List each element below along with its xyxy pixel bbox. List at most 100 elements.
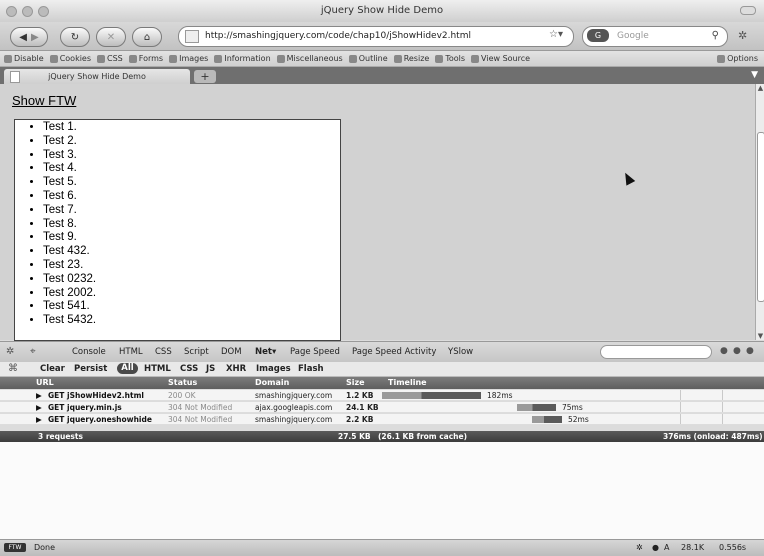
list-item: Test 5.: [43, 176, 340, 190]
forms-icon: [128, 54, 137, 63]
column-status[interactable]: Status: [168, 378, 197, 387]
toolbar-options[interactable]: Options: [717, 54, 758, 63]
tab-strip: jQuery Show Hide Demo + ▼: [0, 67, 764, 84]
divider: [680, 390, 681, 400]
request-time: 75ms: [562, 403, 583, 412]
divider: [680, 402, 681, 412]
toolbar-miscellaneous[interactable]: Miscellaneous: [276, 54, 343, 63]
panel-html[interactable]: HTML: [119, 347, 143, 357]
persist-button[interactable]: Persist: [74, 364, 107, 374]
scroll-thumb[interactable]: [757, 132, 764, 302]
panel-dom[interactable]: DOM: [221, 347, 242, 357]
toolbar-disable[interactable]: Disable: [4, 54, 44, 63]
filter-css[interactable]: CSS: [180, 364, 198, 374]
list-item: Test 8.: [43, 218, 340, 232]
table-row[interactable]: ▶ GET jShowHidev2.html 200 OK smashingjq…: [0, 390, 764, 401]
toolbar-toggle-button[interactable]: [740, 6, 756, 15]
back-forward-button[interactable]: ◀ ▶: [10, 27, 48, 47]
show-link[interactable]: Show FTW: [12, 93, 76, 108]
panel-css[interactable]: CSS: [155, 347, 172, 357]
panel-net[interactable]: Net▾: [255, 347, 276, 357]
filter-js[interactable]: JS: [206, 364, 215, 374]
column-domain[interactable]: Domain: [255, 378, 289, 387]
reload-icon: ↻: [70, 31, 80, 43]
page-content: Show FTW Test 1.Test 2.Test 3.Test 4.Tes…: [0, 84, 755, 341]
detach-panel-icon[interactable]: ●: [733, 346, 741, 356]
filter-xhr[interactable]: XHR: [226, 364, 246, 374]
stop-button[interactable]: ✕: [96, 27, 126, 47]
bookmark-star-icon[interactable]: ☆▾: [549, 29, 563, 40]
firebug-search-input[interactable]: [600, 345, 712, 359]
inspect-icon[interactable]: ⌖: [30, 346, 36, 357]
panel-page-speed-activity[interactable]: Page Speed Activity: [352, 347, 436, 357]
net-panel-empty-area: [0, 442, 764, 539]
toolbar-tools[interactable]: Tools: [435, 54, 465, 63]
toolbar-images[interactable]: Images: [169, 54, 208, 63]
request-time: 182ms: [487, 391, 513, 400]
net-table-header: URL Status Domain Size Timeline: [0, 377, 764, 389]
row-expand-icon[interactable]: ▶: [36, 415, 42, 424]
search-engine-icon[interactable]: G: [587, 29, 609, 42]
clear-button[interactable]: Clear: [40, 364, 65, 374]
panel-page-speed[interactable]: Page Speed: [290, 347, 340, 357]
filter-images[interactable]: Images: [256, 364, 291, 374]
search-field[interactable]: G Google ⚲: [582, 26, 728, 47]
request-size: 24.1 KB: [346, 403, 379, 412]
table-row[interactable]: ▶ GET jquery.oneshowhide 304 Not Modifie…: [0, 414, 764, 425]
options-icon: [717, 54, 726, 63]
column-size[interactable]: Size: [346, 378, 365, 387]
panel-yslow[interactable]: YSlow: [448, 347, 473, 357]
row-expand-icon[interactable]: ▶: [36, 391, 42, 400]
scroll-down-icon[interactable]: ▼: [756, 332, 764, 340]
yslow-grade[interactable]: A: [664, 543, 669, 552]
home-button[interactable]: ⌂: [132, 27, 162, 47]
toolbar-css[interactable]: CSS: [97, 54, 123, 63]
new-tab-button[interactable]: +: [194, 70, 216, 83]
yslow-icon[interactable]: ●: [652, 543, 659, 552]
firebug-icon[interactable]: ✲: [6, 346, 14, 357]
tab-list-icon[interactable]: ▼: [751, 70, 758, 80]
toolbar-view-source[interactable]: View Source: [471, 54, 530, 63]
page-scrollbar[interactable]: ▲ ▼: [755, 84, 764, 340]
test-list-box: Test 1.Test 2.Test 3.Test 4.Test 5.Test …: [14, 119, 341, 341]
stop-icon: ✕: [106, 31, 116, 43]
column-url[interactable]: URL: [36, 378, 54, 387]
tab-jquery-demo[interactable]: jQuery Show Hide Demo: [4, 69, 190, 84]
close-panel-icon[interactable]: ●: [746, 346, 754, 356]
list-item: Test 23.: [43, 259, 340, 273]
address-bar[interactable]: http://smashingjquery.com/code/chap10/jS…: [178, 26, 574, 47]
toolbar-information[interactable]: Information: [214, 54, 271, 63]
request-count: 3 requests: [38, 432, 83, 441]
search-icon[interactable]: ⚲: [712, 30, 719, 41]
list-item: Test 2.: [43, 135, 340, 149]
total-size: 27.5 KB: [338, 432, 371, 441]
panel-console[interactable]: Console: [72, 347, 106, 357]
toolbar-forms[interactable]: Forms: [128, 54, 163, 63]
panel-script[interactable]: Script: [184, 347, 209, 357]
filter-flash[interactable]: Flash: [298, 364, 324, 374]
toolbar-resize[interactable]: Resize: [393, 54, 429, 63]
pause-icon[interactable]: ⌘: [8, 363, 18, 374]
column-timeline[interactable]: Timeline: [388, 378, 427, 387]
table-row[interactable]: ▶ GET jquery.min.js 304 Not Modified aja…: [0, 402, 764, 413]
row-expand-icon[interactable]: ▶: [36, 403, 42, 412]
request-status: 304 Not Modified: [168, 415, 233, 424]
filter-html[interactable]: HTML: [144, 364, 171, 374]
outline-icon: [348, 54, 357, 63]
resize-icon: [393, 54, 402, 63]
timeline-bar: [517, 404, 556, 411]
filter-all[interactable]: All: [117, 363, 138, 374]
scroll-up-icon[interactable]: ▲: [756, 84, 764, 92]
firebug-status-icon[interactable]: ✲: [636, 543, 643, 552]
request-url[interactable]: GET jquery.oneshowhide: [48, 415, 152, 424]
status-text: Done: [34, 543, 56, 552]
addon-gear-icon[interactable]: ✲: [738, 29, 747, 42]
toolbar-outline[interactable]: Outline: [348, 54, 388, 63]
toolbar-cookies[interactable]: Cookies: [49, 54, 91, 63]
request-url[interactable]: GET jquery.min.js: [48, 403, 122, 412]
reload-button[interactable]: ↻: [60, 27, 90, 47]
minimize-panel-icon[interactable]: ●: [720, 346, 728, 356]
address-text[interactable]: http://smashingjquery.com/code/chap10/jS…: [205, 31, 471, 41]
toolbar-label: Disable: [14, 54, 44, 63]
request-url[interactable]: GET jShowHidev2.html: [48, 391, 144, 400]
